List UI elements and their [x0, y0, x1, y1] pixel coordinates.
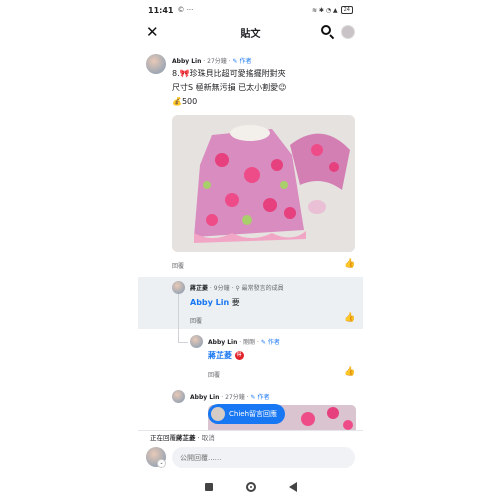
- replying-prefix: 正在回覆: [150, 434, 176, 442]
- status-time: 11:41: [148, 5, 174, 15]
- reply-avatar[interactable]: [190, 335, 203, 348]
- reply-author-name[interactable]: Abby Lin: [208, 339, 237, 346]
- post-meta: Abby Lin · 27分鐘 · ✎ 作者: [172, 58, 252, 65]
- notification-icons: © ···: [177, 6, 194, 14]
- post-line: 8.🎀珍珠貝比超可愛搖擺附對夾: [172, 69, 286, 78]
- author-badge: ✎ 作者: [250, 394, 270, 401]
- reply-input[interactable]: [172, 447, 355, 468]
- battery-icon: 24: [340, 6, 353, 14]
- replying-to-bar: 正在回覆蔣芷菱 · 取消: [138, 430, 363, 445]
- profile-avatar[interactable]: [341, 25, 355, 39]
- author-badge: ✎ 作者: [232, 58, 252, 65]
- recents-icon[interactable]: [204, 483, 213, 491]
- phone-screen: 11:41 © ··· ≋ ✱ ◔ ▲ 24 ✕ 貼文 Abby Lin · 2…: [138, 0, 363, 500]
- status-bar: 11:41 © ··· ≋ ✱ ◔ ▲ 24: [138, 0, 363, 20]
- thread-line: [178, 342, 188, 343]
- android-nav-bar: [138, 474, 363, 500]
- comment-meta: Abby Lin · 27分鐘 · ✎ 作者: [190, 394, 270, 401]
- post-author-avatar[interactable]: [146, 54, 166, 74]
- comment-time: 27分鐘: [225, 394, 245, 401]
- back-icon[interactable]: [288, 482, 297, 492]
- reply-text: 蔣芷菱 得: [208, 350, 244, 361]
- post-body: 8.🎀珍珠貝比超可愛搖擺附對夾 尺寸S 極新無污損 已太小割愛😉 💰500: [172, 67, 287, 109]
- post-line: 尺寸S 極新無污損 已太小割愛😉: [172, 83, 287, 92]
- mention-link[interactable]: 蔣芷菱: [208, 351, 232, 360]
- comment-composer: ⌄: [138, 445, 363, 471]
- cancel-reply-link[interactable]: 取消: [202, 434, 215, 442]
- post-time: 27分鐘: [207, 58, 227, 65]
- author-badge: ✎ 作者: [260, 339, 280, 346]
- home-icon[interactable]: [245, 482, 256, 492]
- signal-icons: ≋ ✱ ◔ ▲: [311, 6, 338, 14]
- toast-text: Chieh留言回應: [229, 410, 278, 418]
- comment-author-name[interactable]: Abby Lin: [190, 394, 219, 401]
- reply-meta: Abby Lin · 剛剛 · ✎ 作者: [208, 339, 280, 346]
- member-badge: ⚲ 最常發言的成員: [235, 285, 284, 292]
- comment-avatar[interactable]: [172, 390, 185, 403]
- reply-time: 剛剛: [243, 339, 256, 346]
- top-bar: ✕ 貼文: [138, 20, 363, 44]
- comment-reply-link[interactable]: 回覆: [190, 316, 202, 325]
- comment-body: 要: [231, 298, 240, 307]
- like-icon[interactable]: 👍: [344, 313, 355, 323]
- chevron-down-icon[interactable]: ⌄: [157, 459, 166, 468]
- like-icon[interactable]: 👍: [344, 367, 355, 377]
- comment-avatar[interactable]: [172, 281, 185, 294]
- system-icons: ≋ ✱ ◔ ▲ 24: [312, 6, 353, 14]
- toast-avatar: [211, 407, 225, 421]
- reply-reply-link[interactable]: 回覆: [208, 370, 220, 379]
- comment-text: Abby Lin 要: [190, 297, 240, 308]
- mention-link[interactable]: Abby Lin: [190, 298, 229, 307]
- search-icon[interactable]: [321, 25, 335, 40]
- comment-author-name[interactable]: 蔣芷菱: [190, 285, 208, 292]
- thread-line: [178, 292, 179, 342]
- post-reply-link[interactable]: 回覆: [172, 261, 184, 270]
- replying-target: 蔣芷菱: [176, 434, 196, 442]
- post-line: 💰500: [172, 97, 198, 106]
- close-icon[interactable]: ✕: [146, 24, 159, 40]
- post-author-name[interactable]: Abby Lin: [172, 58, 201, 65]
- post-photo[interactable]: [172, 115, 355, 252]
- sticker-icon: 得: [234, 351, 244, 360]
- comment-meta: 蔣芷菱 · 9分鐘 · ⚲ 最常發言的成員: [190, 285, 284, 292]
- new-reply-toast[interactable]: Chieh留言回應: [208, 404, 286, 424]
- comment-time: 9分鐘: [213, 285, 230, 292]
- like-icon[interactable]: 👍: [344, 259, 355, 269]
